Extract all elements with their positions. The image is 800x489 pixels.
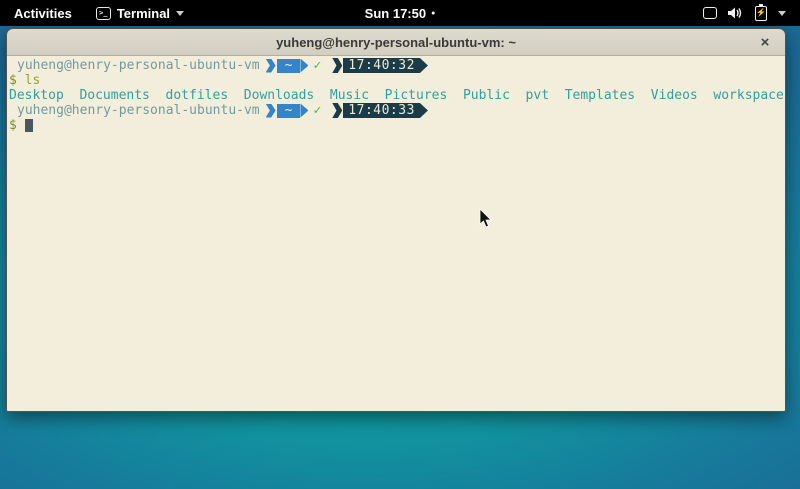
window-titlebar[interactable]: yuheng@henry-personal-ubuntu-vm: ~ × xyxy=(7,29,785,56)
prompt-cwd-segment: ~ xyxy=(266,104,309,118)
system-status-menu[interactable]: ⚡ xyxy=(695,0,794,26)
prompt-cwd: ~ xyxy=(277,59,301,73)
prompt-line: yuheng@henry-personal-ubuntu-vm ~ ✓ 17:4… xyxy=(9,103,783,118)
command-line: $ ls xyxy=(9,73,783,88)
powerline-chevron-icon xyxy=(266,104,276,118)
prompt-line: yuheng@henry-personal-ubuntu-vm ~ ✓ 17:4… xyxy=(9,58,783,73)
powerline-arrow-icon xyxy=(420,103,428,118)
terminal-icon: >_ xyxy=(96,7,111,20)
prompt-symbol: $ xyxy=(9,73,17,88)
app-menu-label: Terminal xyxy=(117,6,170,21)
prompt-cwd-segment: ~ xyxy=(266,59,309,73)
terminal-window: yuheng@henry-personal-ubuntu-vm: ~ × yuh… xyxy=(6,28,786,412)
clock-label: Sun 17:50 xyxy=(365,6,426,21)
clock-button[interactable]: Sun 17:50 ● xyxy=(365,0,436,26)
prompt-user-host: yuheng@henry-personal-ubuntu-vm xyxy=(9,58,260,73)
prompt-time: 17:40:32 xyxy=(343,58,420,73)
powerline-arrow-icon xyxy=(420,58,428,73)
prompt-time-segment: 17:40:32 xyxy=(332,59,428,73)
ls-output: Desktop Documents dotfiles Downloads Mus… xyxy=(9,88,783,103)
battery-charging-icon: ⚡ xyxy=(755,6,767,21)
prompt-time-segment: 17:40:33 xyxy=(332,104,428,118)
command-text: ls xyxy=(25,73,41,88)
volume-icon xyxy=(728,6,744,20)
notification-dot-icon: ● xyxy=(431,10,435,17)
prompt-user-host: yuheng@henry-personal-ubuntu-vm xyxy=(9,103,260,118)
activities-button[interactable]: Activities xyxy=(0,0,86,26)
status-check-icon: ✓ xyxy=(313,103,321,118)
input-line[interactable]: $ xyxy=(9,118,783,133)
app-menu-terminal[interactable]: >_ Terminal xyxy=(86,0,194,26)
powerline-arrow-icon xyxy=(300,104,308,118)
prompt-cwd: ~ xyxy=(277,104,301,118)
powerline-chevron-icon xyxy=(332,58,342,73)
prompt-symbol: $ xyxy=(9,118,17,133)
powerline-chevron-icon xyxy=(266,59,276,73)
text-cursor xyxy=(25,119,33,132)
prompt-time: 17:40:33 xyxy=(343,103,420,118)
screen-icon xyxy=(703,7,717,19)
powerline-chevron-icon xyxy=(332,103,342,118)
top-bar: Activities >_ Terminal Sun 17:50 ● ⚡ xyxy=(0,0,800,26)
command-text xyxy=(17,73,25,88)
activities-label: Activities xyxy=(14,6,72,21)
terminal-screen[interactable]: yuheng@henry-personal-ubuntu-vm ~ ✓ 17:4… xyxy=(7,56,785,411)
mouse-pointer-icon xyxy=(479,209,493,229)
powerline-arrow-icon xyxy=(300,59,308,73)
window-title: yuheng@henry-personal-ubuntu-vm: ~ xyxy=(276,35,516,50)
chevron-down-icon xyxy=(176,11,184,16)
status-check-icon: ✓ xyxy=(313,58,321,73)
close-button[interactable]: × xyxy=(755,32,775,52)
chevron-down-icon xyxy=(778,11,786,16)
